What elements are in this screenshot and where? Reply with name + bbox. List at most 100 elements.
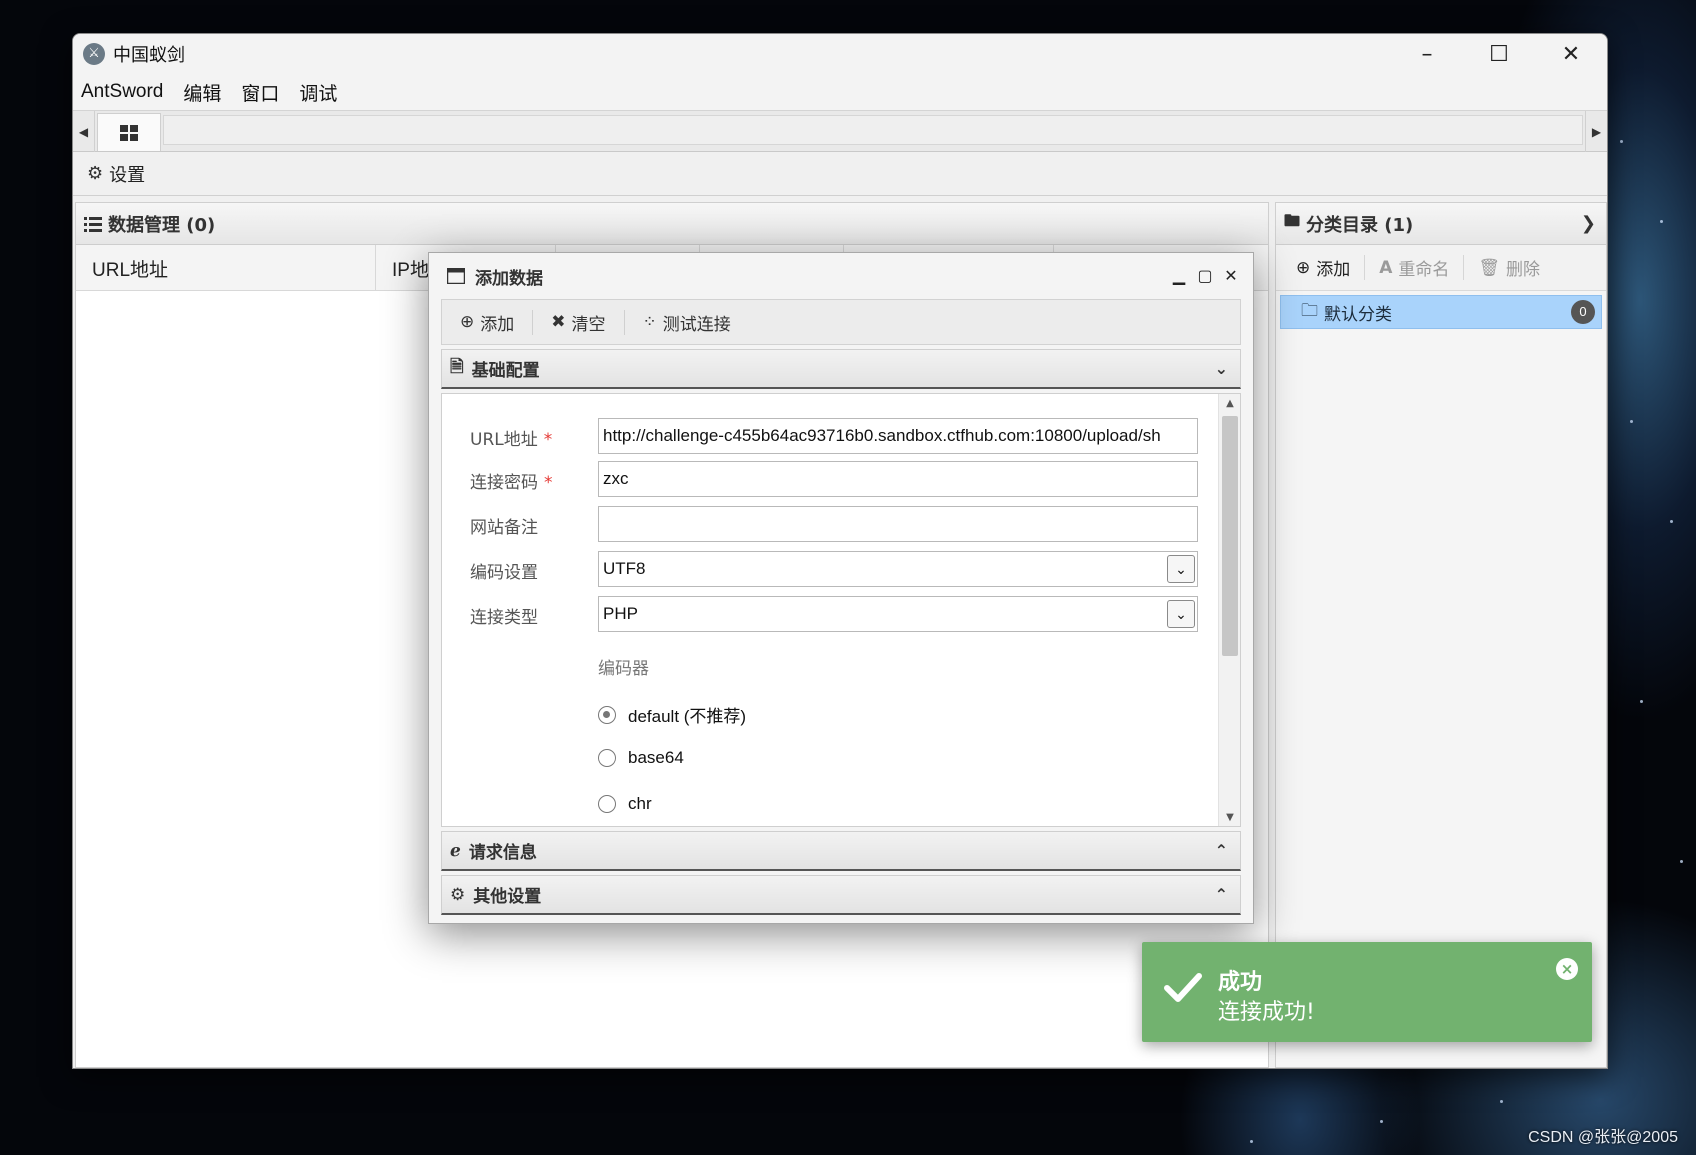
dialog-clear-button[interactable]: ✖ 清空 <box>551 309 625 335</box>
list-icon <box>84 216 102 232</box>
x-icon: ✖ <box>551 312 566 332</box>
tab-home[interactable] <box>97 113 161 151</box>
type-value: PHP <box>603 604 638 623</box>
encoder-option-label: default (不推荐) <box>628 707 747 726</box>
password-label: 连接密码 * <box>470 468 553 493</box>
category-toolbar: ⊕ 添加 A 重命名 🗑 删除 <box>1276 245 1606 291</box>
add-data-dialog: 添加数据 ▁ ▢ ✕ ⊕ 添加 ✖ 清空 ⁘ 测试连接 🗎 基础配置 ⌄ URL… <box>428 252 1254 924</box>
dialog-clear-label: 清空 <box>571 314 606 335</box>
toast-message: 连接成功! <box>1218 1000 1315 1025</box>
column-url[interactable]: URL地址 <box>76 245 376 291</box>
tab-bar: ◀ ▶ <box>73 110 1607 153</box>
chevron-up-icon: ⌃ <box>1214 885 1228 904</box>
password-row: 连接密码 * zxc <box>442 461 1212 497</box>
dialog-minimize-button[interactable]: ▁ <box>1169 263 1189 287</box>
radio-unchecked-icon[interactable] <box>598 749 616 767</box>
dialog-add-label: 添加 <box>480 314 515 335</box>
plus-circle-icon: ⊕ <box>460 312 475 332</box>
grid-icon <box>120 124 138 141</box>
encoder-option-chr[interactable]: chr <box>598 794 652 814</box>
maximize-button[interactable]: ☐ <box>1463 34 1535 74</box>
category-item-default[interactable]: 🗀 默认分类 0 <box>1280 295 1602 329</box>
window-icon <box>447 268 465 284</box>
encoding-row: 编码设置 UTF8 ⌄ <box>442 551 1212 587</box>
scroll-down-icon[interactable]: ▼ <box>1219 808 1240 826</box>
encoding-select[interactable]: UTF8 ⌄ <box>598 551 1198 587</box>
section-other-settings[interactable]: ⚙ 其他设置 ⌃ <box>441 875 1241 915</box>
dialog-maximize-button[interactable]: ▢ <box>1195 263 1215 287</box>
dialog-close-button[interactable]: ✕ <box>1221 263 1241 287</box>
toast-title: 成功 <box>1218 970 1263 995</box>
scrollbar-thumb[interactable] <box>1222 416 1238 656</box>
encoding-label: 编码设置 <box>470 563 538 583</box>
type-row: 连接类型 PHP ⌄ <box>442 596 1212 632</box>
password-label-text: 连接密码 <box>470 473 538 493</box>
encoder-option-base64[interactable]: base64 <box>598 748 684 768</box>
chevron-down-icon[interactable]: ⌄ <box>1167 555 1195 583</box>
note-input[interactable] <box>598 506 1198 542</box>
radio-checked-icon[interactable] <box>598 705 616 724</box>
plus-circle-icon: ⊕ <box>1296 257 1311 278</box>
gear-icon: ⚙ <box>87 163 104 184</box>
section-basic-config[interactable]: 🗎 基础配置 ⌄ <box>441 349 1241 389</box>
settings-button[interactable]: 设置 <box>109 161 145 187</box>
required-mark: * <box>543 430 553 450</box>
edge-browser-icon: ℯ <box>450 840 461 861</box>
menu-bar: AntSword 编辑 窗口 调试 <box>73 74 1607 110</box>
dialog-add-button[interactable]: ⊕ 添加 <box>460 309 534 335</box>
data-panel-title: 数据管理 (0) <box>108 214 216 236</box>
title-bar[interactable]: ⚔ 中国蚁剑 – ☐ ✕ <box>73 34 1607 74</box>
scroll-up-icon[interactable]: ▲ <box>1219 394 1240 412</box>
menu-edit[interactable]: 编辑 <box>183 79 221 106</box>
dialog-title: 添加数据 <box>475 268 543 289</box>
category-item-label: 默认分类 <box>1324 304 1392 325</box>
minimize-button[interactable]: – <box>1391 34 1463 74</box>
chevron-down-icon[interactable]: ⌄ <box>1167 600 1195 628</box>
category-rename-button[interactable]: A 重命名 <box>1379 255 1465 280</box>
chevron-down-icon: ⌄ <box>1214 359 1228 378</box>
settings-bar: ⚙ 设置 <box>73 152 1607 196</box>
type-select[interactable]: PHP ⌄ <box>598 596 1198 632</box>
category-rename-label: 重命名 <box>1398 260 1450 280</box>
encoder-option-default[interactable]: default (不推荐) <box>598 702 746 727</box>
url-label: URL地址 * <box>470 425 552 450</box>
radio-unchecked-icon[interactable] <box>598 795 616 813</box>
url-label-text: URL地址 <box>470 430 538 450</box>
category-delete-label: 删除 <box>1506 260 1541 280</box>
encoder-title: 编码器 <box>598 659 649 679</box>
dialog-title-bar[interactable]: 添加数据 ▁ ▢ ✕ <box>429 253 1253 299</box>
folder-open-icon: 🗀 <box>1301 300 1318 321</box>
required-mark: * <box>544 473 553 493</box>
dialog-controls: ▁ ▢ ✕ <box>1169 263 1241 287</box>
category-panel-title: 分类目录 (1) <box>1306 214 1414 236</box>
note-label: 网站备注 <box>470 518 538 538</box>
chevron-up-icon: ⌃ <box>1214 841 1228 860</box>
category-delete-button[interactable]: 🗑 删除 <box>1478 255 1554 281</box>
success-toast: 成功 连接成功! × <box>1142 942 1592 1042</box>
category-add-button[interactable]: ⊕ 添加 <box>1296 255 1366 280</box>
dialog-test-connection-button[interactable]: ⁘ 测试连接 <box>643 310 749 335</box>
encoder-option-label: base64 <box>628 748 684 767</box>
menu-window[interactable]: 窗口 <box>241 79 279 106</box>
font-icon: A <box>1379 257 1393 278</box>
toast-close-icon[interactable]: × <box>1556 958 1578 980</box>
url-input[interactable]: http://challenge-c455b64ac93716b0.sandbo… <box>598 418 1198 454</box>
note-row: 网站备注 <box>442 506 1212 542</box>
gears-icon: ⚙ <box>450 884 466 905</box>
tab-strip <box>163 115 1583 145</box>
tab-scroll-left-icon[interactable]: ◀ <box>73 111 95 153</box>
section-request-info[interactable]: ℯ 请求信息 ⌃ <box>441 831 1241 871</box>
collapse-panel-icon[interactable]: ❯ <box>1581 213 1596 234</box>
checkmark-icon <box>1164 973 1202 1002</box>
type-label: 连接类型 <box>470 608 538 628</box>
spinner-icon: ⁘ <box>642 312 657 332</box>
password-input[interactable]: zxc <box>598 461 1198 497</box>
close-button[interactable]: ✕ <box>1535 34 1607 74</box>
category-panel-header: 🖿 分类目录 (1) ❯ <box>1276 203 1606 245</box>
menu-debug[interactable]: 调试 <box>299 79 337 106</box>
menu-antsword[interactable]: AntSword <box>81 81 163 103</box>
category-panel: 🖿 分类目录 (1) ❯ ⊕ 添加 A 重命名 🗑 删除 🗀 默认分类 0 <box>1275 202 1607 1068</box>
form-scrollbar[interactable]: ▲ ▼ <box>1218 394 1240 826</box>
tab-scroll-right-icon[interactable]: ▶ <box>1585 111 1607 153</box>
window-title: 中国蚁剑 <box>113 45 185 66</box>
